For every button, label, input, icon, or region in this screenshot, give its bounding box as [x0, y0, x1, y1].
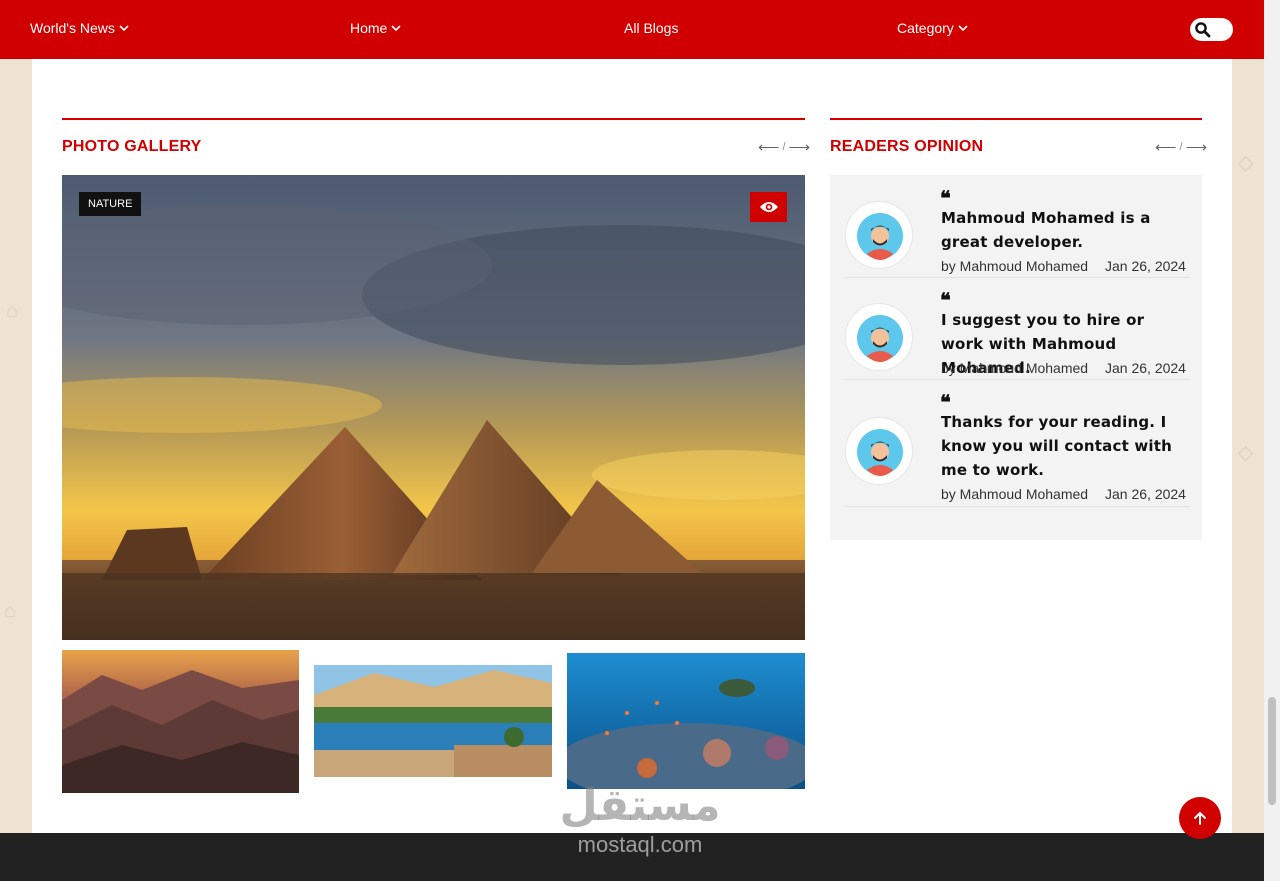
gallery-thumbnail[interactable]: [62, 650, 299, 793]
opinion-date: Jan 26, 2024: [1105, 360, 1186, 376]
arrow-separator: /: [782, 141, 786, 153]
opinion-rule: [830, 118, 1202, 120]
opinion-divider: [845, 277, 1190, 278]
opinion-author: by Mahmoud Mohamed: [941, 486, 1089, 502]
gallery-thumbnail[interactable]: [567, 653, 805, 789]
nav-label: Home: [350, 20, 388, 36]
opinion-next-button[interactable]: ⟶: [1186, 138, 1208, 156]
eye-icon: [759, 202, 778, 212]
user-avatar-icon: [857, 315, 903, 362]
opinion-prev-button[interactable]: ⟵: [1155, 138, 1177, 156]
gallery-nav-arrows: ⟵ / ⟶: [758, 138, 810, 156]
opinion-date: Jan 26, 2024: [1105, 486, 1186, 502]
nav-worlds-news[interactable]: World's News: [30, 20, 129, 36]
chevron-down-icon: [958, 25, 968, 32]
category-tag[interactable]: NATURE: [79, 192, 142, 216]
opinion-text: Mahmoud Mohamed is a great developer.: [941, 209, 1151, 251]
user-avatar-icon: [857, 213, 903, 260]
gallery-next-button[interactable]: ⟶: [789, 138, 811, 156]
nav-home[interactable]: Home: [350, 20, 401, 36]
mountains-image: [62, 650, 299, 793]
page-scrollbar[interactable]: [1264, 0, 1280, 881]
coral-reef-image: [567, 653, 805, 789]
opinion-nav-arrows: ⟵ / ⟶: [1155, 138, 1207, 156]
top-navbar: World's News Home All Blogs Category: [0, 0, 1264, 59]
pyramids-image: [62, 175, 805, 640]
gallery-title: PHOTO GALLERY: [62, 138, 202, 155]
watermark-latin: mostaql.com: [577, 832, 703, 857]
gallery-main-photo[interactable]: [62, 175, 805, 640]
scroll-to-top-button[interactable]: [1179, 797, 1221, 839]
background-doodle: ⌂: [4, 600, 17, 622]
search-icon: [1195, 22, 1211, 38]
opinion-date: Jan 26, 2024: [1105, 258, 1186, 274]
scrollbar-thumb[interactable]: [1268, 697, 1276, 805]
opinion-author: by Mahmoud Mohamed: [941, 258, 1089, 274]
background-doodle: ⌂: [6, 300, 19, 322]
view-button[interactable]: [750, 192, 787, 222]
chevron-down-icon: [119, 25, 129, 32]
watermark-arabic: مستقل: [559, 780, 721, 831]
gallery-prev-button[interactable]: ⟵: [758, 138, 780, 156]
user-avatar-icon: [857, 429, 903, 476]
gallery-thumbnail[interactable]: [314, 665, 552, 777]
nav-label: All Blogs: [624, 20, 679, 36]
nav-all-blogs[interactable]: All Blogs: [624, 20, 678, 36]
search-toggle[interactable]: [1190, 18, 1233, 41]
gallery-rule: [62, 118, 805, 120]
avatar: [845, 303, 913, 371]
opinion-divider: [845, 506, 1190, 507]
nile-river-image: [314, 665, 552, 777]
background-doodle: ◇: [1238, 152, 1254, 174]
opinion-title: READERS OPINION: [830, 138, 984, 155]
nav-category[interactable]: Category: [897, 20, 968, 36]
avatar: [845, 417, 913, 485]
background-doodle: ◇: [1238, 442, 1254, 464]
opinion-author: by Mahmoud Mohamed: [941, 360, 1089, 376]
opinion-text: Thanks for your reading. I know you will…: [941, 413, 1173, 479]
nav-label: World's News: [30, 20, 115, 36]
nav-label: Category: [897, 20, 954, 36]
opinion-divider: [845, 379, 1190, 380]
arrow-separator: /: [1179, 141, 1183, 153]
chevron-down-icon: [391, 25, 401, 32]
avatar: [845, 201, 913, 269]
watermark: مستقل mostaql.com: [520, 780, 760, 858]
arrow-up-icon: [1194, 812, 1206, 825]
